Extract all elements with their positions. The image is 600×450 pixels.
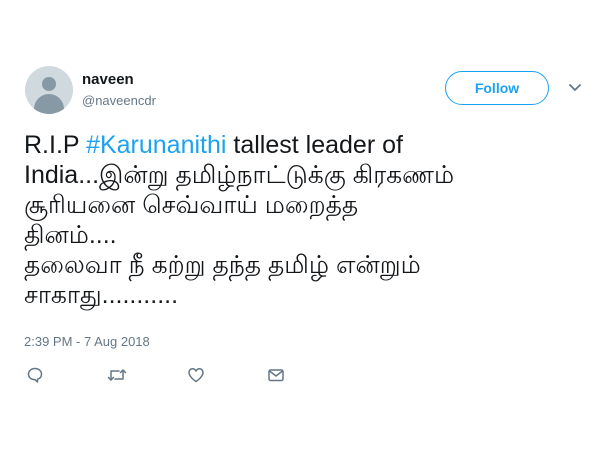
hashtag-link[interactable]: #Karunanithi — [86, 131, 226, 159]
avatar-head — [42, 77, 56, 91]
tweet-text: R.I.P #Karunanithi tallest leader of Ind… — [24, 130, 584, 310]
avatar-body — [34, 94, 64, 114]
avatar[interactable] — [25, 66, 73, 114]
tweet-card: naveen @naveencdr Follow R.I.P #Karunani… — [0, 0, 600, 450]
reply-icon[interactable] — [26, 366, 46, 386]
user-handle[interactable]: @naveencdr — [82, 93, 156, 108]
chevron-down-icon[interactable] — [567, 81, 583, 93]
like-icon[interactable] — [187, 366, 207, 386]
display-name[interactable]: naveen — [82, 71, 134, 88]
tweet-text-prefix: R.I.P — [24, 131, 87, 159]
follow-button[interactable]: Follow — [445, 71, 549, 105]
message-icon[interactable] — [267, 366, 287, 386]
tweet-timestamp[interactable]: 2:39 PM - 7 Aug 2018 — [24, 334, 150, 349]
retweet-icon[interactable] — [107, 366, 127, 386]
